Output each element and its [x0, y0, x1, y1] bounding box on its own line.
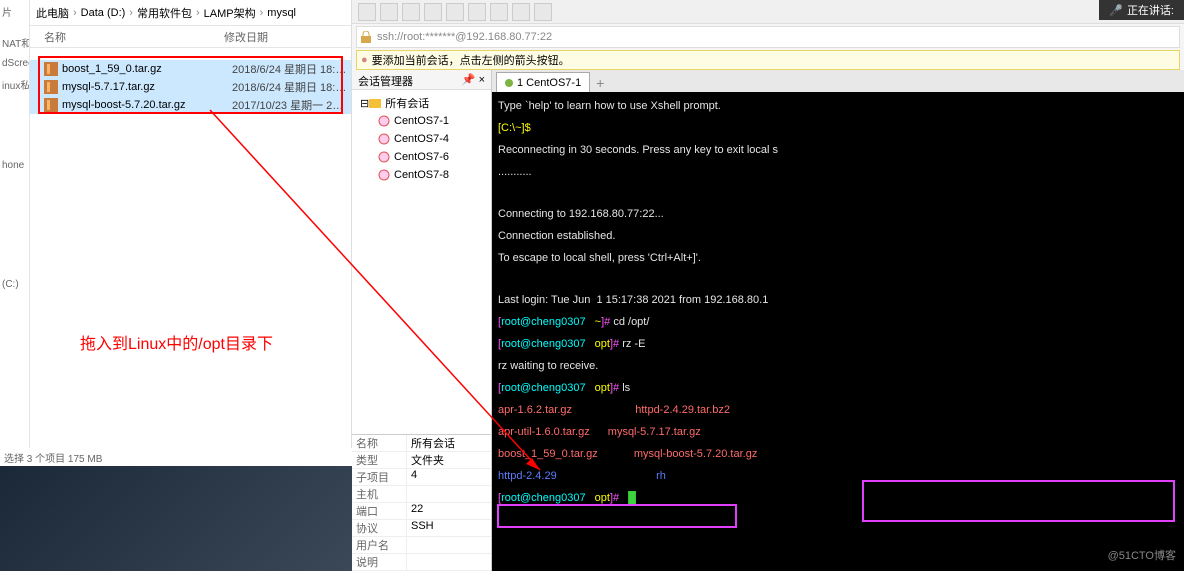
- breadcrumb-item[interactable]: mysql: [267, 7, 296, 19]
- session-icon: [378, 115, 390, 127]
- column-name[interactable]: 名称: [44, 29, 224, 45]
- session-icon: [378, 169, 390, 181]
- explorer-tree-sidebar[interactable]: 片 NAT和I dScree inux私房 hone (C:): [0, 0, 30, 448]
- session-properties: 名称所有会话 类型文件夹 子项目4 主机 端口22 协议SSH 用户名 说明: [352, 434, 491, 571]
- sidebar-frag: inux私房: [0, 73, 29, 96]
- breadcrumb-item[interactable]: 此电脑: [36, 5, 69, 21]
- toolbar-button[interactable]: [446, 3, 464, 21]
- file-row[interactable]: mysql-boost-5.7.20.tar.gz 2017/10/23 星期一…: [30, 96, 351, 114]
- tree-item[interactable]: CentOS7-8: [356, 166, 487, 184]
- tab-strip[interactable]: 1 CentOS7-1 +: [492, 70, 1184, 92]
- file-row[interactable]: boost_1_59_0.tar.gz 2018/6/24 星期日 18:…: [30, 60, 351, 78]
- file-explorer: 片 NAT和I dScree inux私房 hone (C:) 此电脑› Dat…: [0, 0, 352, 448]
- terminal[interactable]: Type `help' to learn how to use Xshell p…: [492, 92, 1184, 571]
- session-manager-panel[interactable]: 会话管理器 📌 × ⊟ 所有会话 CentOS7-1 CentOS7-4 Cen…: [352, 70, 492, 571]
- toolbar-button[interactable]: [468, 3, 486, 21]
- session-icon: [378, 133, 390, 145]
- session-manager-title: 会话管理器 📌 ×: [352, 70, 491, 90]
- annotation-text: 拖入到Linux中的/opt目录下: [80, 330, 273, 354]
- pin-icon[interactable]: 📌 ×: [462, 73, 485, 86]
- xshell-tipbar: ● 要添加当前会话，点击左侧的箭头按钮。: [356, 50, 1180, 70]
- watermark: @51CTO博客: [1108, 547, 1176, 563]
- desktop-wallpaper: [0, 466, 352, 571]
- toolbar-button[interactable]: [402, 3, 420, 21]
- breadcrumb-item[interactable]: Data (D:): [81, 7, 126, 19]
- filelist-header[interactable]: 名称 修改日期: [30, 26, 351, 48]
- toolbar-button[interactable]: [380, 3, 398, 21]
- file-row[interactable]: mysql-5.7.17.tar.gz 2018/6/24 星期日 18:…: [30, 78, 351, 96]
- lock-icon: [361, 31, 373, 43]
- archive-icon: [44, 80, 58, 94]
- mic-icon: 🎤: [1109, 4, 1123, 17]
- session-icon: [378, 151, 390, 163]
- folder-icon: [369, 97, 381, 109]
- column-date[interactable]: 修改日期: [224, 29, 268, 45]
- breadcrumb[interactable]: 此电脑› Data (D:)› 常用软件包› LAMP架构› mysql: [30, 0, 351, 26]
- info-icon: ●: [361, 54, 368, 66]
- speaker-badge: 🎤 正在讲话:: [1099, 0, 1184, 20]
- tree-item[interactable]: CentOS7-4: [356, 130, 487, 148]
- explorer-statusbar: 选择 3 个项目 175 MB: [0, 448, 352, 466]
- breadcrumb-item[interactable]: 常用软件包: [137, 5, 192, 21]
- tab-add-button[interactable]: +: [590, 74, 610, 92]
- status-dot-icon: [505, 79, 513, 87]
- toolbar-button[interactable]: [424, 3, 442, 21]
- sidebar-frag: (C:): [0, 275, 29, 294]
- xshell-addressbar[interactable]: ssh://root:*******@192.168.80.77:22: [356, 26, 1180, 48]
- toolbar-button[interactable]: [512, 3, 530, 21]
- toolbar-button[interactable]: [534, 3, 552, 21]
- minus-icon: ⊟: [360, 97, 369, 110]
- archive-icon: [44, 98, 58, 112]
- tab-centos[interactable]: 1 CentOS7-1: [496, 72, 590, 92]
- archive-icon: [44, 62, 58, 76]
- tree-item[interactable]: CentOS7-1: [356, 112, 487, 130]
- sidebar-frag: hone: [0, 156, 29, 175]
- xshell-window: ssh://root:*******@192.168.80.77:22 ● 要添…: [352, 0, 1184, 571]
- tree-item[interactable]: CentOS7-6: [356, 148, 487, 166]
- sidebar-frag: NAT和I: [0, 31, 29, 54]
- sidebar-frag: 片: [0, 0, 29, 23]
- toolbar-button[interactable]: [490, 3, 508, 21]
- tree-root[interactable]: ⊟ 所有会话: [356, 94, 487, 112]
- toolbar-button[interactable]: [358, 3, 376, 21]
- session-tree[interactable]: ⊟ 所有会话 CentOS7-1 CentOS7-4 CentOS7-6 Cen…: [352, 90, 491, 434]
- xshell-toolbar[interactable]: [352, 0, 1184, 24]
- sidebar-frag: dScree: [0, 54, 29, 73]
- breadcrumb-item[interactable]: LAMP架构: [204, 5, 256, 21]
- terminal-area: 1 CentOS7-1 + Type `help' to learn how t…: [492, 70, 1184, 571]
